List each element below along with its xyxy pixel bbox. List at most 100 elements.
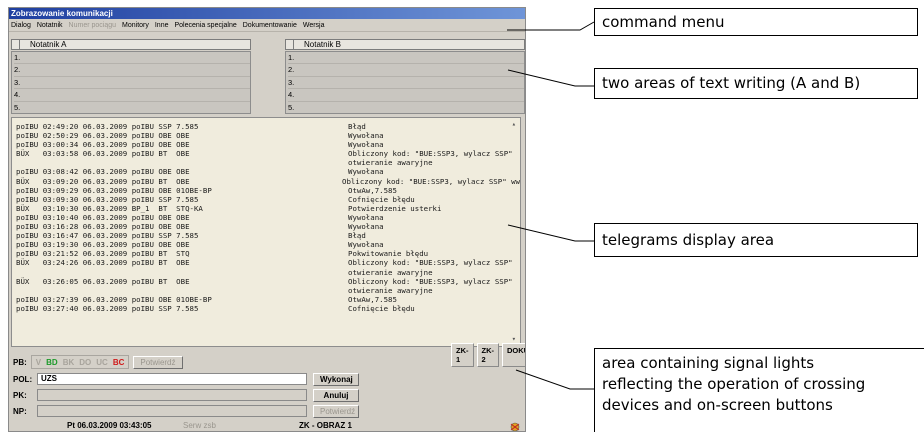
- telegram-source: poIBU 03:16:47 06.03.2009 poIBU SSP 7.58…: [16, 231, 199, 241]
- telegram-source: [16, 268, 348, 277]
- notepad-b-line[interactable]: 3.: [288, 77, 524, 90]
- tab-doku[interactable]: DOKU: [502, 343, 525, 367]
- signal-label: PB:: [13, 357, 27, 367]
- status-server: Serw zsb: [183, 421, 216, 430]
- telegram-row: poIBU 03:00:34 06.03.2009 poIBU OBE OBE W…: [16, 140, 520, 149]
- telegram-source: poIBU 03:27:40 06.03.2009 poIBU SSP 7.58…: [16, 303, 199, 313]
- telegram-row: poIBU 03:19:30 06.03.2009 poIBU OBE OBE W…: [16, 240, 520, 249]
- crossing-icon: [510, 422, 520, 431]
- telegram-source: poIBU 02:50:29 06.03.2009 poIBU OBE OBE: [16, 131, 190, 141]
- signal-lights-row: PB: V BD BK DO UC BC Potwierdź: [13, 355, 183, 369]
- notepad-a-line[interactable]: 1.: [14, 52, 250, 65]
- telegram-message: Wywołana: [348, 167, 384, 177]
- telegram-source: poIBU 03:09:30 06.03.2009 poIBU SSP 7.58…: [16, 194, 199, 204]
- menu-item-monitory[interactable]: Monitory: [122, 19, 149, 31]
- telegram-row: BÜX 03:09:20 06.03.2009 poIBU BT OBE Obli…: [16, 177, 520, 186]
- notepad-b-title: Notatnik B: [294, 39, 525, 50]
- command-menu: Dialog Notatnik Numer pociągu Monitory Inne P…: [9, 19, 525, 32]
- notepad-b-line[interactable]: 4.: [288, 89, 524, 102]
- scroll-up-icon[interactable]: ▴: [512, 120, 516, 129]
- callout-signals-line: area containing signal lights: [602, 354, 815, 372]
- telegram-message: Obliczony kod: "BUE:SSP3, wylacz SSP": [348, 149, 513, 159]
- telegram-source: BÜX 03:09:20 06.03.2009 poIBU BT OBE: [16, 176, 190, 186]
- callout-telegrams: telegrams display area: [594, 223, 918, 257]
- notepad-b-header: Notatnik B: [285, 38, 525, 51]
- telegrams-display[interactable]: poIBU 02:49:20 06.03.2009 poIBU SSP 7.58…: [11, 117, 521, 347]
- telegram-row: poIBU 03:16:47 06.03.2009 poIBU SSP 7.58…: [16, 231, 520, 240]
- telegram-source: poIBU 03:09:29 06.03.2009 poIBU OBE 01OB…: [16, 185, 212, 195]
- callout-command-menu: command menu: [594, 8, 918, 36]
- telegram-row: poIBU 02:50:29 06.03.2009 poIBU OBE OBE W…: [16, 131, 520, 140]
- telegram-message: Cofnięcie błędu: [348, 303, 415, 313]
- notepad-b-handle: [285, 39, 294, 50]
- notepad-b-text[interactable]: 1. 2. 3. 4. 5.: [285, 51, 525, 114]
- telegram-row: poIBU 03:21:52 06.03.2009 poIBU BT STQ Po…: [16, 249, 520, 258]
- telegram-source: poIBU 03:19:30 06.03.2009 poIBU OBE OBE: [16, 240, 190, 250]
- notepad-a-line[interactable]: 5.: [14, 102, 250, 113]
- telegram-message: Błąd: [348, 122, 366, 131]
- notepad-b-line[interactable]: 1.: [288, 52, 524, 65]
- status-datetime: Pt 06.03.2009 03:43:05: [67, 421, 152, 430]
- telegram-source: poIBU 03:16:28 06.03.2009 poIBU OBE OBE: [16, 222, 190, 232]
- signal-confirm-button[interactable]: Potwierdź: [133, 355, 183, 369]
- confirm-button[interactable]: Potwierdź: [313, 405, 359, 418]
- telegram-message: OtwAw,7.585: [348, 185, 397, 195]
- telegram-source: BÜX 03:26:05 06.03.2009 poIBU BT OBE: [16, 276, 190, 286]
- menu-item-inne[interactable]: Inne: [155, 19, 169, 31]
- pk-label: PK:: [13, 390, 27, 400]
- telegram-row: BÜX 03:24:26 06.03.2009 poIBU BT OBE Obli…: [16, 258, 520, 267]
- telegram-message: Obliczony kod: "BUE:SSP3, wylacz SSP": [348, 276, 513, 286]
- telegram-message: Błąd: [348, 231, 366, 241]
- telegram-source: poIBU 03:10:40 06.03.2009 poIBU OBE OBE: [16, 212, 190, 222]
- telegram-row: otwieranie awaryjne: [16, 286, 520, 295]
- signal-light-do: DO: [79, 357, 92, 367]
- pk-input[interactable]: [37, 389, 307, 401]
- telegram-row: poIBU 03:10:40 06.03.2009 poIBU OBE OBE W…: [16, 213, 520, 222]
- np-label: NP:: [13, 406, 27, 416]
- telegram-message: otwieranie awaryjne: [348, 285, 433, 295]
- telegram-source: poIBU 03:08:42 06.03.2009 poIBU OBE OBE: [16, 167, 190, 177]
- menu-item-polecenia-specjalne[interactable]: Polecenia specjalne: [174, 19, 236, 31]
- telegram-message: Pokwitowanie błędu: [348, 249, 429, 259]
- pol-label: POL:: [13, 374, 33, 384]
- telegram-source: poIBU 03:27:39 06.03.2009 poIBU OBE 01OB…: [16, 294, 212, 304]
- notepad-a-line[interactable]: 3.: [14, 77, 250, 90]
- telegram-row: BÜX 03:03:58 06.03.2009 poIBU BT OBE Obli…: [16, 149, 520, 158]
- tab-zk-1[interactable]: ZK-1: [451, 343, 474, 367]
- notepad-a[interactable]: Notatnik A 1. 2. 3. 4. 5.: [11, 38, 251, 114]
- telegram-source: BÜX 03:24:26 06.03.2009 poIBU BT OBE: [16, 258, 190, 268]
- tab-zk-2[interactable]: ZK-2: [476, 343, 499, 367]
- telegram-message: Wywołana: [348, 140, 384, 150]
- telegram-row: BÜX 03:26:05 06.03.2009 poIBU BT OBE Obli…: [16, 277, 520, 286]
- telegram-source: poIBU 03:21:52 06.03.2009 poIBU BT STQ: [16, 249, 190, 259]
- menu-item-wersja[interactable]: Wersja: [303, 19, 325, 31]
- menu-item-dokumentowanie[interactable]: Dokumentowanie: [243, 19, 297, 31]
- telegram-row: BÜX 03:10:30 06.03.2009 BP_1 BT STQ-KA Po…: [16, 204, 520, 213]
- notepad-b-line[interactable]: 5.: [288, 102, 524, 113]
- telegram-message: otwieranie awaryjne: [348, 267, 433, 277]
- cancel-button[interactable]: Anuluj: [313, 389, 359, 402]
- pk-row: PK:: [13, 389, 307, 401]
- signal-light-bk: BK: [62, 357, 75, 367]
- pol-input[interactable]: UZS: [37, 373, 307, 385]
- callout-signals-line: reflecting the operation of crossing: [602, 375, 866, 393]
- notepad-a-line[interactable]: 4.: [14, 89, 250, 102]
- notepad-a-line[interactable]: 2.: [14, 64, 250, 77]
- telegram-message: Obliczony kod: "BUE:SSP3, wylacz SSP": [348, 258, 513, 268]
- menu-item-numer-pociągu[interactable]: Numer pociągu: [69, 19, 116, 31]
- telegram-message: Cofnięcie błędu: [348, 194, 415, 204]
- execute-button[interactable]: Wykonaj: [313, 373, 359, 386]
- telegram-source: [16, 158, 348, 167]
- notepad-a-text[interactable]: 1. 2. 3. 4. 5.: [11, 51, 251, 114]
- notepad-b-line[interactable]: 2.: [288, 64, 524, 77]
- telegram-row: poIBU 03:09:29 06.03.2009 poIBU OBE 01OB…: [16, 186, 520, 195]
- status-screen: ZK - OBRAZ 1: [299, 421, 352, 430]
- telegram-message: Wywołana: [348, 131, 384, 141]
- application-window: Zobrazowanie komunikacji Dialog Notatnik N…: [8, 7, 526, 432]
- telegram-source: poIBU 02:49:20 06.03.2009 poIBU SSP 7.58…: [16, 122, 199, 131]
- menu-item-dialog[interactable]: Dialog: [11, 19, 31, 31]
- telegram-source: BÜX 03:10:30 06.03.2009 BP_1 BT STQ-KA: [16, 203, 203, 213]
- np-input[interactable]: [37, 405, 307, 417]
- menu-item-notatnik[interactable]: Notatnik: [37, 19, 63, 31]
- notepad-b[interactable]: Notatnik B 1. 2. 3. 4. 5.: [285, 38, 525, 114]
